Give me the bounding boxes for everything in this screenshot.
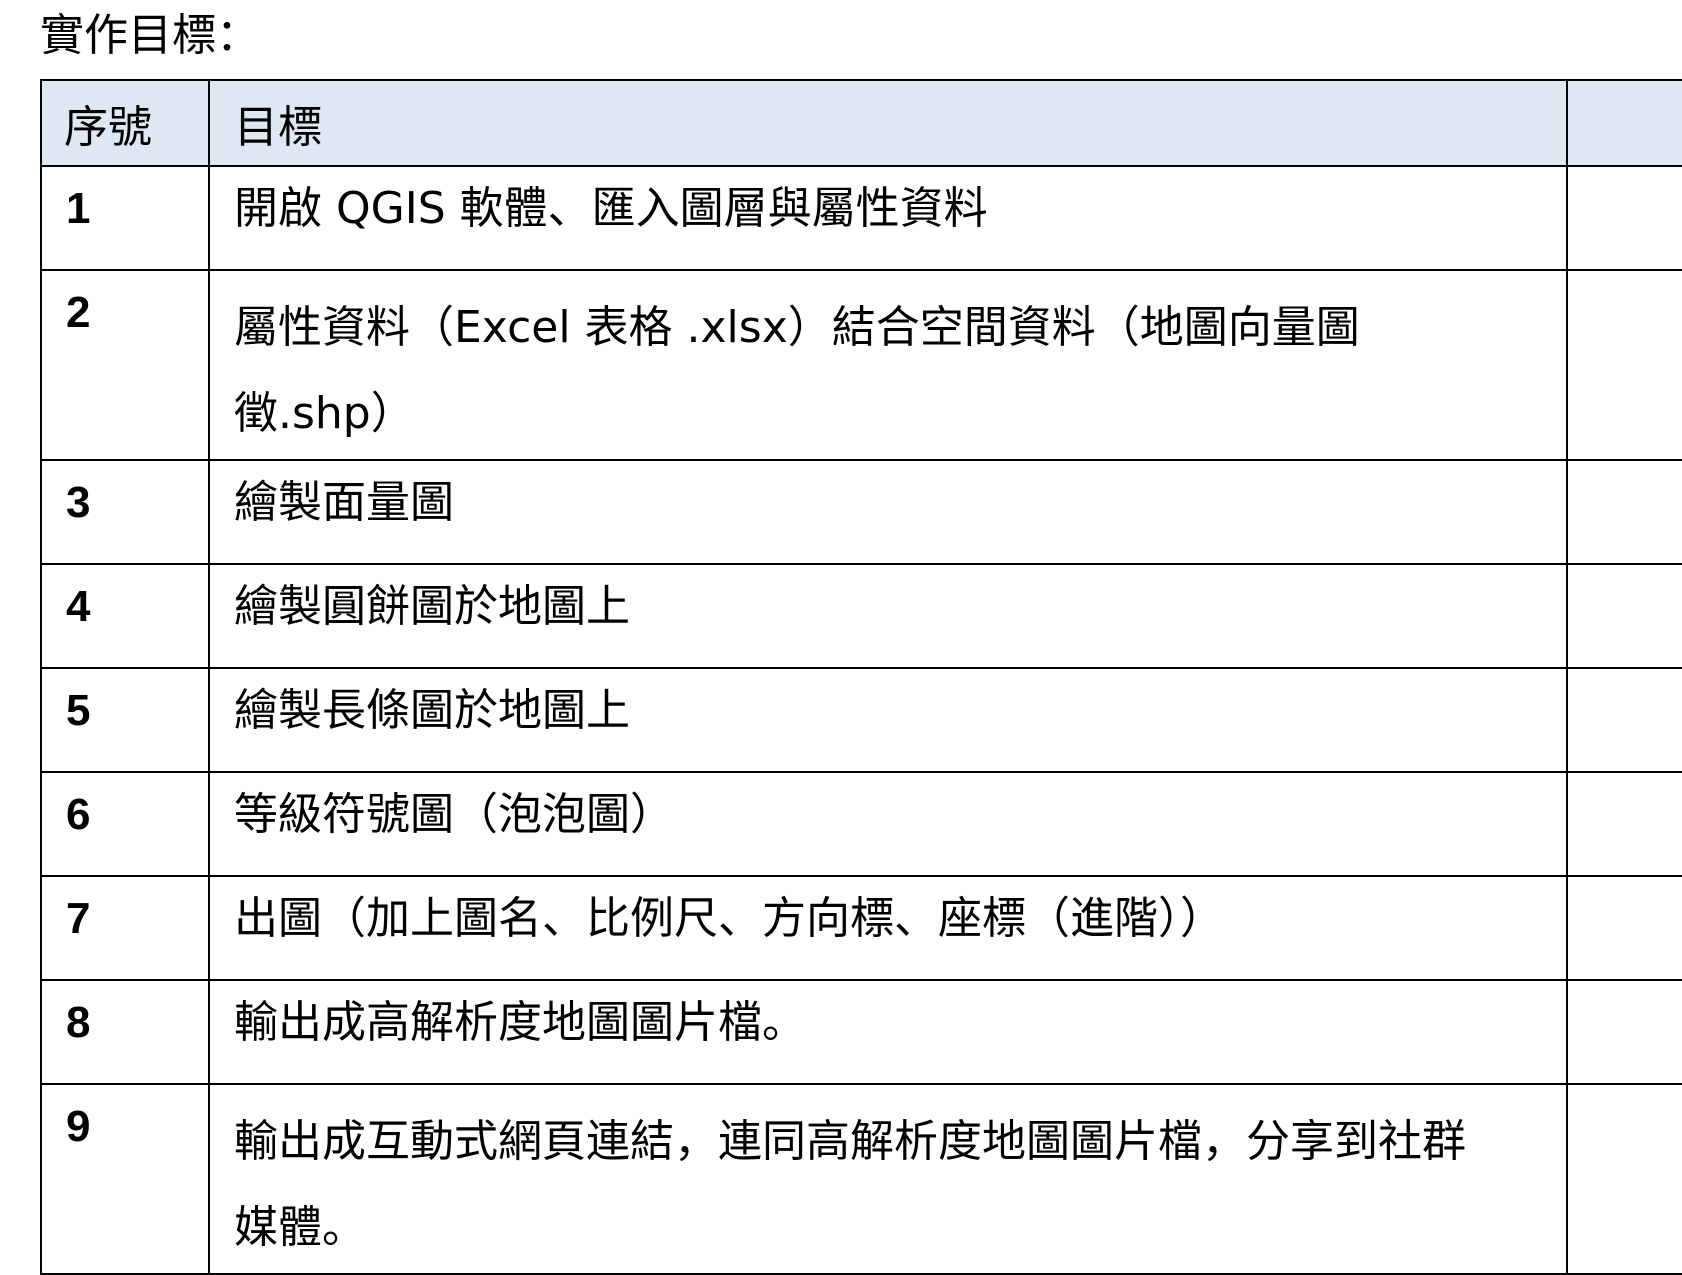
page-title: 實作目標： bbox=[40, 10, 260, 61]
goals-table: 序號 目標 1 開啟 QGIS 軟體、匯入圖層與屬性資料 2 屬性資料（Exce… bbox=[40, 79, 1682, 1275]
row-extra bbox=[1566, 771, 1682, 877]
table-row: 2 屬性資料（Excel 表格 .xlsx）結合空間資料（地圖向量圖徵.shp） bbox=[40, 269, 1682, 461]
row-number: 7 bbox=[40, 875, 210, 981]
table-row: 4 繪製圓餅圖於地圖上 bbox=[40, 563, 1682, 669]
row-extra bbox=[1566, 1083, 1682, 1275]
header-number: 序號 bbox=[40, 79, 210, 167]
header-extra bbox=[1566, 79, 1682, 167]
table-row: 6 等級符號圖（泡泡圖） bbox=[40, 771, 1682, 877]
table-row: 8 輸出成高解析度地圖圖片檔。 bbox=[40, 979, 1682, 1085]
row-extra bbox=[1566, 165, 1682, 271]
row-number: 3 bbox=[40, 459, 210, 565]
header-goal: 目標 bbox=[208, 79, 1568, 167]
table-row: 7 出圖（加上圖名、比例尺、方向標、座標（進階）） bbox=[40, 875, 1682, 981]
row-extra bbox=[1566, 875, 1682, 981]
row-number: 8 bbox=[40, 979, 210, 1085]
row-goal: 出圖（加上圖名、比例尺、方向標、座標（進階）） bbox=[208, 875, 1568, 981]
row-goal: 輸出成高解析度地圖圖片檔。 bbox=[208, 979, 1568, 1085]
row-goal: 等級符號圖（泡泡圖） bbox=[208, 771, 1568, 877]
row-goal: 繪製圓餅圖於地圖上 bbox=[208, 563, 1568, 669]
row-extra bbox=[1566, 667, 1682, 773]
row-extra bbox=[1566, 563, 1682, 669]
row-number: 4 bbox=[40, 563, 210, 669]
row-number: 5 bbox=[40, 667, 210, 773]
row-extra bbox=[1566, 979, 1682, 1085]
row-extra bbox=[1566, 269, 1682, 461]
table-row: 1 開啟 QGIS 軟體、匯入圖層與屬性資料 bbox=[40, 165, 1682, 271]
row-extra bbox=[1566, 459, 1682, 565]
row-goal: 繪製長條圖於地圖上 bbox=[208, 667, 1568, 773]
table-row: 5 繪製長條圖於地圖上 bbox=[40, 667, 1682, 773]
row-number: 2 bbox=[40, 269, 210, 461]
row-number: 9 bbox=[40, 1083, 210, 1275]
row-goal: 輸出成互動式網頁連結，連同高解析度地圖圖片檔，分享到社群媒體。 bbox=[208, 1083, 1568, 1275]
table-row: 3 繪製面量圖 bbox=[40, 459, 1682, 565]
row-goal: 繪製面量圖 bbox=[208, 459, 1568, 565]
row-goal: 屬性資料（Excel 表格 .xlsx）結合空間資料（地圖向量圖徵.shp） bbox=[208, 269, 1568, 461]
table-header-row: 序號 目標 bbox=[40, 79, 1682, 167]
table-row: 9 輸出成互動式網頁連結，連同高解析度地圖圖片檔，分享到社群媒體。 bbox=[40, 1083, 1682, 1275]
row-number: 6 bbox=[40, 771, 210, 877]
row-number: 1 bbox=[40, 165, 210, 271]
row-goal: 開啟 QGIS 軟體、匯入圖層與屬性資料 bbox=[208, 165, 1568, 271]
